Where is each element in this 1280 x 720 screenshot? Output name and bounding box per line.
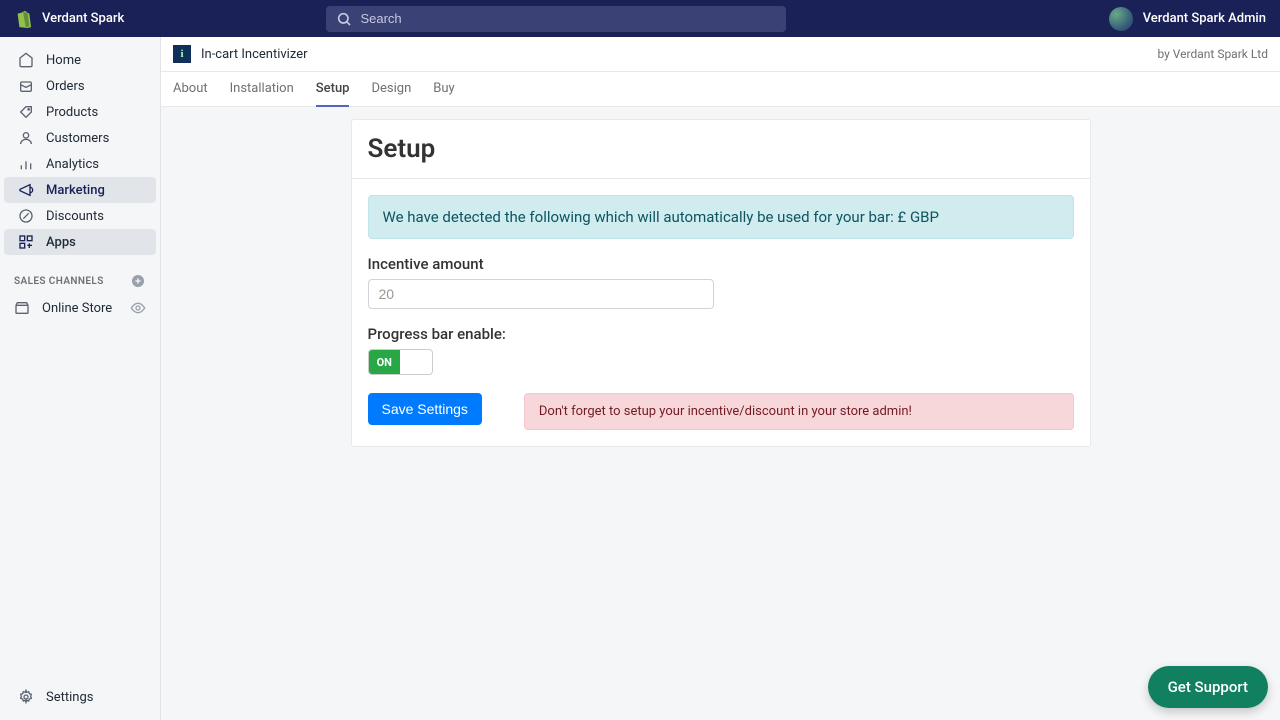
- orders-icon: [18, 78, 34, 94]
- get-support-button[interactable]: Get Support: [1148, 666, 1268, 708]
- setup-card: Setup We have detected the following whi…: [351, 119, 1091, 447]
- toggle-on-label: ON: [369, 350, 401, 374]
- shopify-logo-icon: [14, 10, 32, 28]
- tabs: About Installation Setup Design Buy: [161, 72, 1280, 107]
- add-channel-icon[interactable]: [130, 273, 146, 289]
- sidebar-item-label: Home: [46, 53, 81, 68]
- sidebar-item-label: Settings: [46, 690, 93, 705]
- tab-installation[interactable]: Installation: [230, 72, 294, 107]
- sidebar-item-label: Products: [46, 105, 98, 120]
- sidebar: Home Orders Products Customers Analytics…: [0, 37, 160, 720]
- sidebar-item-products[interactable]: Products: [4, 99, 156, 125]
- chart-icon: [18, 156, 34, 172]
- tab-about[interactable]: About: [173, 72, 208, 107]
- sales-channels-header: SALES CHANNELS: [0, 255, 160, 295]
- incentive-amount-input[interactable]: [368, 279, 714, 309]
- person-icon: [18, 130, 34, 146]
- avatar: [1109, 7, 1133, 31]
- main-content: i In-cart Incentivizer by Verdant Spark …: [160, 37, 1280, 720]
- sidebar-item-label: Orders: [46, 79, 85, 94]
- tag-icon: [18, 104, 34, 120]
- sidebar-item-analytics[interactable]: Analytics: [4, 151, 156, 177]
- sidebar-item-label: Apps: [46, 235, 76, 250]
- app-icon: i: [173, 45, 191, 63]
- currency-info-banner: We have detected the following which wil…: [368, 195, 1074, 239]
- save-settings-button[interactable]: Save Settings: [368, 393, 482, 425]
- tab-setup[interactable]: Setup: [316, 72, 350, 107]
- channel-label: Online Store: [42, 301, 112, 316]
- eye-icon[interactable]: [130, 300, 146, 316]
- progress-bar-label: Progress bar enable:: [368, 325, 1074, 343]
- sidebar-item-apps[interactable]: Apps: [4, 229, 156, 255]
- home-icon: [18, 52, 34, 68]
- top-bar: Verdant Spark Verdant Spark Admin: [0, 0, 1280, 37]
- brand: Verdant Spark: [14, 10, 124, 28]
- gear-icon: [18, 689, 34, 705]
- discount-icon: [18, 208, 34, 224]
- sidebar-item-orders[interactable]: Orders: [4, 73, 156, 99]
- sidebar-item-label: Customers: [46, 131, 109, 146]
- apps-icon: [18, 234, 34, 250]
- sidebar-item-marketing[interactable]: Marketing: [4, 177, 156, 203]
- content-area: Setup We have detected the following whi…: [161, 107, 1280, 459]
- sidebar-item-discounts[interactable]: Discounts: [4, 203, 156, 229]
- user-name: Verdant Spark Admin: [1143, 11, 1266, 26]
- reminder-banner: Don't forget to setup your incentive/dis…: [524, 393, 1074, 430]
- incentive-amount-label: Incentive amount: [368, 255, 1074, 273]
- progress-bar-toggle[interactable]: ON: [368, 349, 433, 375]
- sidebar-item-label: Analytics: [46, 157, 99, 172]
- brand-name: Verdant Spark: [42, 11, 124, 26]
- sidebar-item-label: Discounts: [46, 209, 104, 224]
- search-icon: [336, 11, 352, 27]
- app-header: i In-cart Incentivizer by Verdant Spark …: [161, 37, 1280, 72]
- sidebar-item-settings[interactable]: Settings: [4, 684, 156, 710]
- tab-design[interactable]: Design: [371, 72, 411, 107]
- sidebar-item-home[interactable]: Home: [4, 47, 156, 73]
- toggle-off-side: [400, 350, 432, 374]
- panel-title: Setup: [368, 134, 1074, 164]
- app-byline: by Verdant Spark Ltd: [1157, 47, 1268, 61]
- sidebar-item-label: Marketing: [46, 183, 105, 198]
- megaphone-icon: [18, 182, 34, 198]
- search-input[interactable]: [326, 6, 786, 32]
- user-area[interactable]: Verdant Spark Admin: [1109, 7, 1266, 31]
- tab-buy[interactable]: Buy: [433, 72, 454, 107]
- search-wrap: [326, 6, 786, 32]
- store-icon: [14, 300, 30, 316]
- sidebar-item-customers[interactable]: Customers: [4, 125, 156, 151]
- card-header: Setup: [352, 120, 1090, 179]
- app-title: In-cart Incentivizer: [201, 47, 308, 62]
- channel-online-store[interactable]: Online Store: [0, 295, 160, 321]
